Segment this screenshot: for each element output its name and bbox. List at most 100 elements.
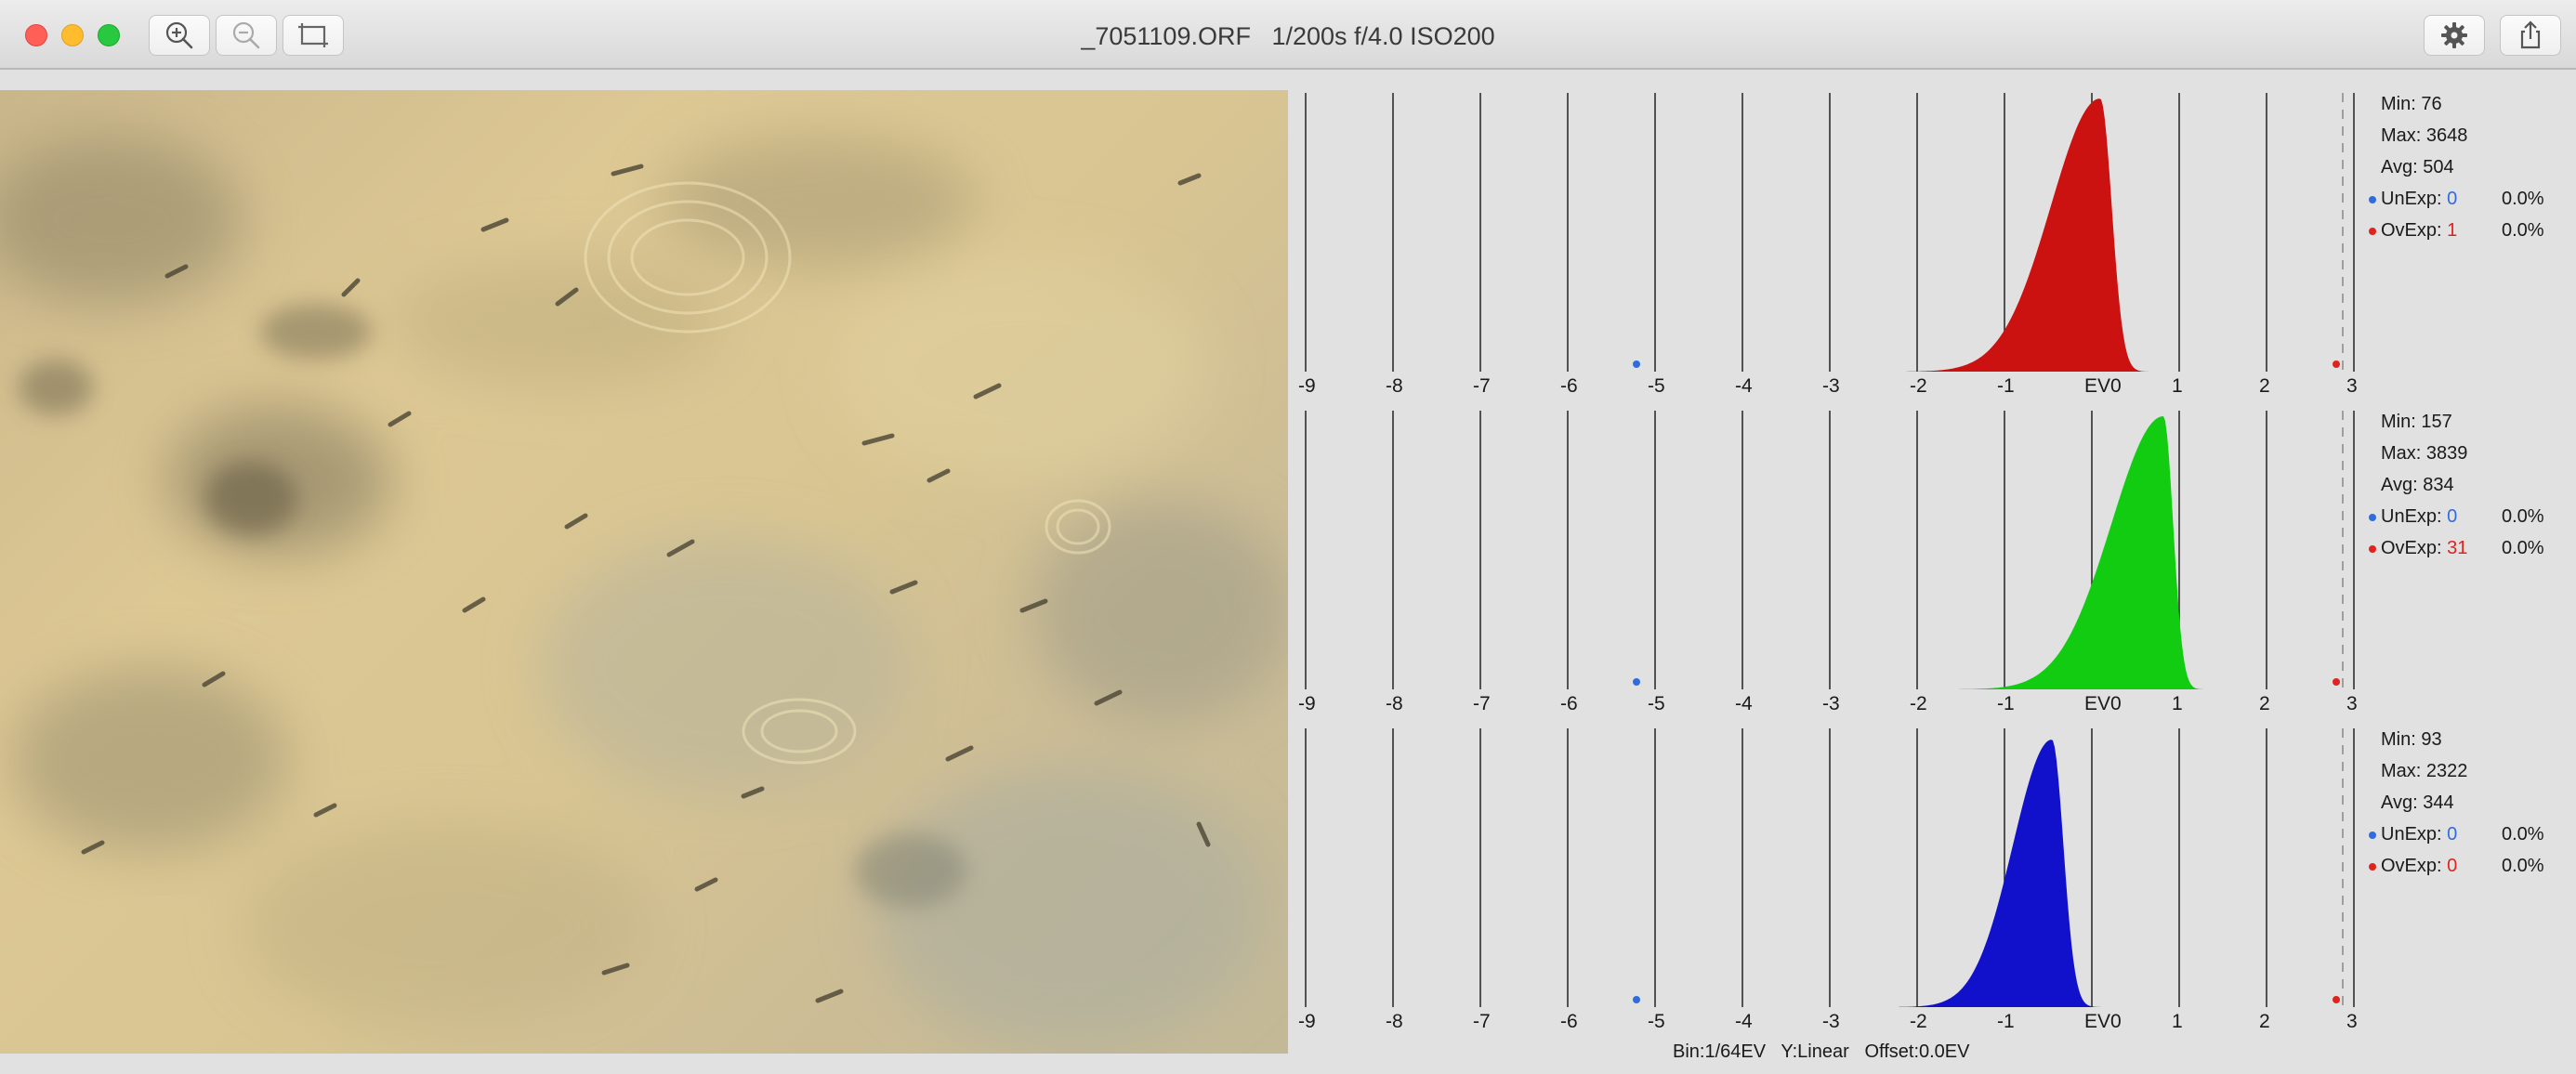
window-title: _7051109.ORF 1/200s f/4.0 ISO200 — [1081, 22, 1495, 50]
image-preview[interactable] — [0, 90, 1288, 1054]
stat-avg-label: Avg: 504 — [2381, 157, 2454, 177]
ev-tick-label: -5 — [1648, 693, 1665, 714]
histogram-blue: -9 -8 -7 -6 -5 -4 -3 -2 -1 EV0 1 2 3 — [1298, 728, 2357, 1032]
overexposure-marker — [2333, 360, 2340, 368]
ev-tick-label: 1 — [2172, 693, 2183, 714]
offset-label: Offset:0.0EV — [1864, 1041, 1970, 1062]
ev-tick-label: -3 — [1822, 1011, 1840, 1032]
ovexp-text: OvExp: 31 — [2381, 534, 2467, 562]
underexposure-marker — [1633, 678, 1640, 686]
ev-tick-label: 1 — [2172, 1011, 2183, 1032]
unexp-label: UnExp: — [2381, 824, 2442, 845]
histogram-curve-red — [1906, 98, 2154, 372]
stat-min-label: Min: 93 — [2381, 729, 2442, 750]
ev-tick-label: -1 — [1997, 375, 2015, 397]
histogram-green: -9 -8 -7 -6 -5 -4 -3 -2 -1 EV0 1 2 3 — [1298, 411, 2357, 714]
ev-tick-label: -7 — [1473, 375, 1491, 397]
unexp-text: UnExp: 0 — [2381, 185, 2457, 213]
stat-max-label: Max: 3839 — [2381, 443, 2468, 464]
ev-tick-label: -5 — [1648, 1011, 1665, 1032]
ev-tick-label: 2 — [2259, 1011, 2270, 1032]
ovexp-value: 31 — [2447, 538, 2468, 558]
overexposure-dot-icon — [2369, 228, 2376, 235]
ev-tick-label: 2 — [2259, 693, 2270, 714]
histogram-curve-blue — [1899, 740, 2106, 1007]
ev-tick-label: -9 — [1298, 693, 1316, 714]
photo-texture — [0, 137, 1288, 1047]
unexp-value: 0 — [2447, 824, 2458, 845]
stat-overexposed: OvExp: 0 0.0% — [2357, 852, 2576, 880]
ovexp-label: OvExp: — [2381, 538, 2442, 558]
unexp-label: UnExp: — [2381, 506, 2442, 527]
share-button[interactable] — [2500, 15, 2561, 56]
ev-tick-label: EV0 — [2084, 693, 2122, 714]
stat-avg-label: Avg: 344 — [2381, 792, 2454, 813]
overexposure-dot-icon — [2369, 863, 2376, 871]
ovexp-text: OvExp: 0 — [2381, 852, 2457, 880]
ev-tick-label: 3 — [2346, 375, 2357, 397]
ev-tick-label: EV0 — [2084, 375, 2122, 397]
overexposure-dot-icon — [2369, 545, 2376, 553]
underexposure-dot-icon — [2369, 196, 2376, 203]
ev-tick-label: -6 — [1560, 375, 1578, 397]
settings-button[interactable] — [2424, 15, 2485, 56]
ev-tick-label: -8 — [1386, 693, 1403, 714]
ev-tick-label: -2 — [1910, 375, 1927, 397]
underexposure-marker — [1633, 996, 1640, 1003]
ovexp-value: 1 — [2447, 220, 2458, 241]
underexposure-dot-icon — [2369, 514, 2376, 521]
ovexp-percent: 0.0% — [2502, 220, 2544, 241]
ev-tick-label: -4 — [1735, 375, 1753, 397]
ev-tick-label: -1 — [1997, 693, 2015, 714]
stat-max-label: Max: 3648 — [2381, 125, 2468, 146]
stat-min-label: Min: 157 — [2381, 412, 2452, 432]
unexp-value: 0 — [2447, 189, 2458, 209]
stat-underexposed: UnExp: 0 0.0% — [2357, 820, 2576, 848]
underexposure-marker — [1633, 360, 1640, 368]
ev-tick-label: 3 — [2346, 1011, 2357, 1032]
unexp-text: UnExp: 0 — [2381, 503, 2457, 530]
ovexp-value: 0 — [2447, 856, 2458, 876]
gear-icon — [2441, 22, 2467, 48]
ovexp-percent: 0.0% — [2502, 856, 2544, 876]
ev-tick-label: -8 — [1386, 375, 1403, 397]
ev-tick-label: -4 — [1735, 1011, 1753, 1032]
histogram-red: -9 -8 -7 -6 -5 -4 -3 -2 -1 EV0 1 2 3 — [1298, 93, 2357, 397]
histogram-chart: -9 -8 -7 -6 -5 -4 -3 -2 -1 EV0 1 2 3 -9 -8 -7 -6 -5 -4 -3 -2… — [1298, 93, 2357, 1032]
overexposure-marker — [2333, 678, 2340, 686]
ovexp-label: OvExp: — [2381, 220, 2442, 241]
histogram-footer: Bin:1/64EV Y:Linear Offset:0.0EV — [1673, 1038, 1969, 1066]
stats-blue: Min: 93 Max: 2322 Avg: 344 UnExp: 0 0.0% OvEx… — [2357, 726, 2576, 893]
underexposure-dot-icon — [2369, 832, 2376, 839]
unexp-percent: 0.0% — [2502, 824, 2544, 845]
ev-tick-label: -7 — [1473, 693, 1491, 714]
ev-tick-label: -9 — [1298, 375, 1316, 397]
ev-tick-label: EV0 — [2084, 1011, 2122, 1032]
ev-tick-label: -2 — [1910, 1011, 1927, 1032]
stat-underexposed: UnExp: 0 0.0% — [2357, 503, 2576, 530]
ev-tick-label: -9 — [1298, 1011, 1316, 1032]
stat-max-label: Max: 2322 — [2381, 761, 2468, 781]
stats-red: Min: 76 Max: 3648 Avg: 504 UnExp: 0 0.0% OvEx… — [2357, 90, 2576, 257]
stats-green: Min: 157 Max: 3839 Avg: 834 UnExp: 0 0.0% OvE… — [2357, 408, 2576, 575]
ev-tick-label: 2 — [2259, 375, 2270, 397]
histogram-curve-green — [1959, 416, 2209, 689]
unexp-label: UnExp: — [2381, 189, 2442, 209]
stat-avg-label: Avg: 834 — [2381, 475, 2454, 495]
histogram-panel: -9 -8 -7 -6 -5 -4 -3 -2 -1 EV0 1 2 3 -9 -8 -7 -6 -5 -4 -3 -2… — [1288, 90, 2357, 1038]
unexp-value: 0 — [2447, 506, 2458, 527]
ovexp-label: OvExp: — [2381, 856, 2442, 876]
ev-tick-label: -6 — [1560, 1011, 1578, 1032]
share-icon — [2520, 20, 2541, 49]
stat-overexposed: OvExp: 31 0.0% — [2357, 534, 2576, 562]
stat-min-label: Min: 76 — [2381, 94, 2442, 114]
ev-tick-label: 3 — [2346, 693, 2357, 714]
unexp-percent: 0.0% — [2502, 506, 2544, 527]
ev-tick-label: -2 — [1910, 693, 1927, 714]
ev-tick-label: -7 — [1473, 1011, 1491, 1032]
bin-label: Bin:1/64EV — [1673, 1041, 1767, 1062]
unexp-percent: 0.0% — [2502, 189, 2544, 209]
ovexp-text: OvExp: 1 — [2381, 216, 2457, 244]
unexp-text: UnExp: 0 — [2381, 820, 2457, 848]
ev-tick-label: -6 — [1560, 693, 1578, 714]
